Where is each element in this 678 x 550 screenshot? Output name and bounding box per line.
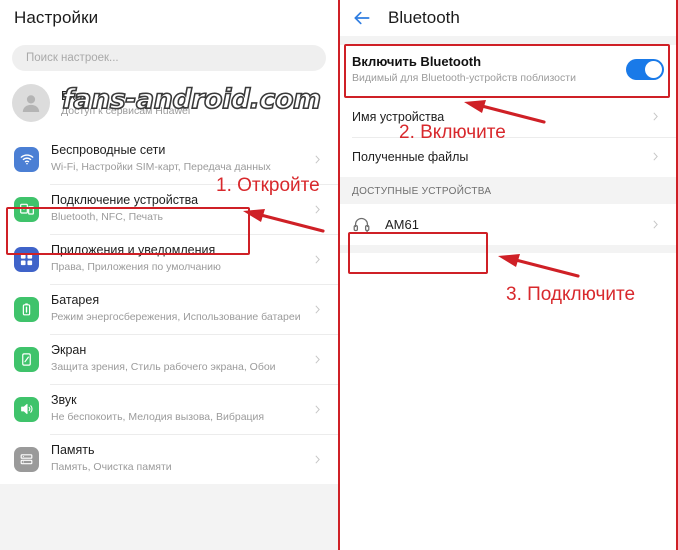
settings-item-text: Экран Защита зрения, Стиль рабочего экра… [51,343,301,374]
available-devices-header: ДОСТУПНЫЕ УСТРОЙСТВА [338,176,678,204]
toggle-knob [645,61,662,79]
avatar [12,84,50,122]
headset-icon [353,217,370,234]
annotation-arrow-1 [243,209,325,233]
bluetooth-item-received-files[interactable]: Полученные файлы [338,136,678,177]
panel-divider [338,0,340,550]
chevron-right-icon [315,155,320,163]
person-icon [22,95,40,112]
settings-item-subtitle: Не беспокоить, Мелодия вызова, Вибрация [51,410,265,423]
bluetooth-enable-row[interactable]: Включить Bluetooth Видимый для Bluetooth… [338,45,678,97]
chevron-right-icon [653,112,658,121]
search-container: Поиск настроек... [0,36,338,78]
storage-icon [14,446,39,472]
bluetooth-page-title: Bluetooth [388,8,460,27]
account-title: Вход [61,89,90,103]
settings-header: Настройки [0,0,338,36]
bluetooth-panel: Bluetooth Включить Bluetooth Видимый для… [338,0,678,550]
screen-icon [14,346,39,372]
search-placeholder: Поиск настроек... [26,52,119,64]
settings-item-text: Беспроводные сети Wi-Fi, Настройки SIM-к… [51,143,301,174]
settings-item-text: Батарея Режим энергосбережения, Использо… [51,293,301,324]
sound-icon [14,396,39,422]
bluetooth-enable-subtitle: Видимый для Bluetooth-устройств поблизос… [352,72,576,84]
device-connection-icon [14,196,39,222]
chevron-right-icon [315,455,320,463]
settings-item-title: Беспроводные сети [51,143,166,158]
back-arrow-icon[interactable] [352,8,372,28]
settings-item-title: Экран [51,343,87,358]
settings-item-subtitle: Защита зрения, Стиль рабочего экрана, Об… [51,360,276,373]
device-row-am61[interactable]: AM61 [338,203,678,245]
settings-item-subtitle: Память, Очистка памяти [51,460,172,473]
settings-item-text: Звук Не беспокоить, Мелодия вызова, Вибр… [51,393,301,424]
search-input[interactable]: Поиск настроек... [12,45,326,71]
annotation-step-3: 3. Подключите [506,284,636,305]
settings-panel: Настройки Поиск настроек... Вход Доступ … [0,0,338,550]
settings-item-screen[interactable]: Экран Защита зрения, Стиль рабочего экра… [0,334,338,384]
settings-item-text: Память Память, Очистка памяти [51,443,301,474]
battery-icon [14,296,39,322]
chevron-right-icon [315,255,320,263]
annotation-arrow-2 [464,100,546,124]
settings-item-apps[interactable]: Приложения и уведомления Права, Приложен… [0,234,338,284]
settings-item-subtitle: Права, Приложения по умолчанию [51,260,221,273]
bluetooth-enable-text: Включить Bluetooth Видимый для Bluetooth… [352,54,616,86]
settings-item-title: Память [51,443,95,458]
settings-item-sound[interactable]: Звук Не беспокоить, Мелодия вызова, Вибр… [0,384,338,434]
apps-grid-icon [14,246,39,272]
settings-item-storage[interactable]: Память Память, Очистка памяти [0,434,338,484]
annotation-arrow-3 [498,254,580,278]
bluetooth-toggle-switch[interactable] [626,59,664,81]
settings-item-title: Звук [51,393,77,408]
settings-item-battery[interactable]: Батарея Режим энергосбережения, Использо… [0,284,338,334]
settings-item-subtitle: Wi-Fi, Настройки SIM-карт, Передача данн… [51,160,271,173]
settings-body: Поиск настроек... Вход Доступ к сервисам… [0,36,338,550]
chevron-right-icon [315,305,320,313]
settings-item-subtitle: Режим энергосбережения, Использование ба… [51,310,301,323]
chevron-right-icon [315,405,320,413]
chevron-right-icon [653,220,658,229]
annotation-step-1: 1. Откройте [216,175,320,196]
account-row[interactable]: Вход Доступ к сервисам Huawei [0,78,338,134]
wifi-icon [14,146,39,172]
device-name: AM61 [385,216,419,232]
settings-item-title: Приложения и уведомления [51,243,216,258]
account-subtitle: Доступ к сервисам Huawei [61,105,191,117]
settings-item-title: Батарея [51,293,100,308]
bluetooth-header: Bluetooth [338,0,678,36]
chevron-right-icon [315,355,320,363]
section-gap [338,36,678,45]
account-text: Вход Доступ к сервисам Huawei [61,89,190,117]
bluetooth-item-label: Полученные файлы [352,149,469,164]
bluetooth-enable-title: Включить Bluetooth [352,54,482,69]
chevron-right-icon [653,152,658,161]
screenshot-root: Настройки Поиск настроек... Вход Доступ … [0,0,678,550]
page-title: Настройки [14,8,99,27]
settings-item-text: Приложения и уведомления Права, Приложен… [51,243,301,274]
